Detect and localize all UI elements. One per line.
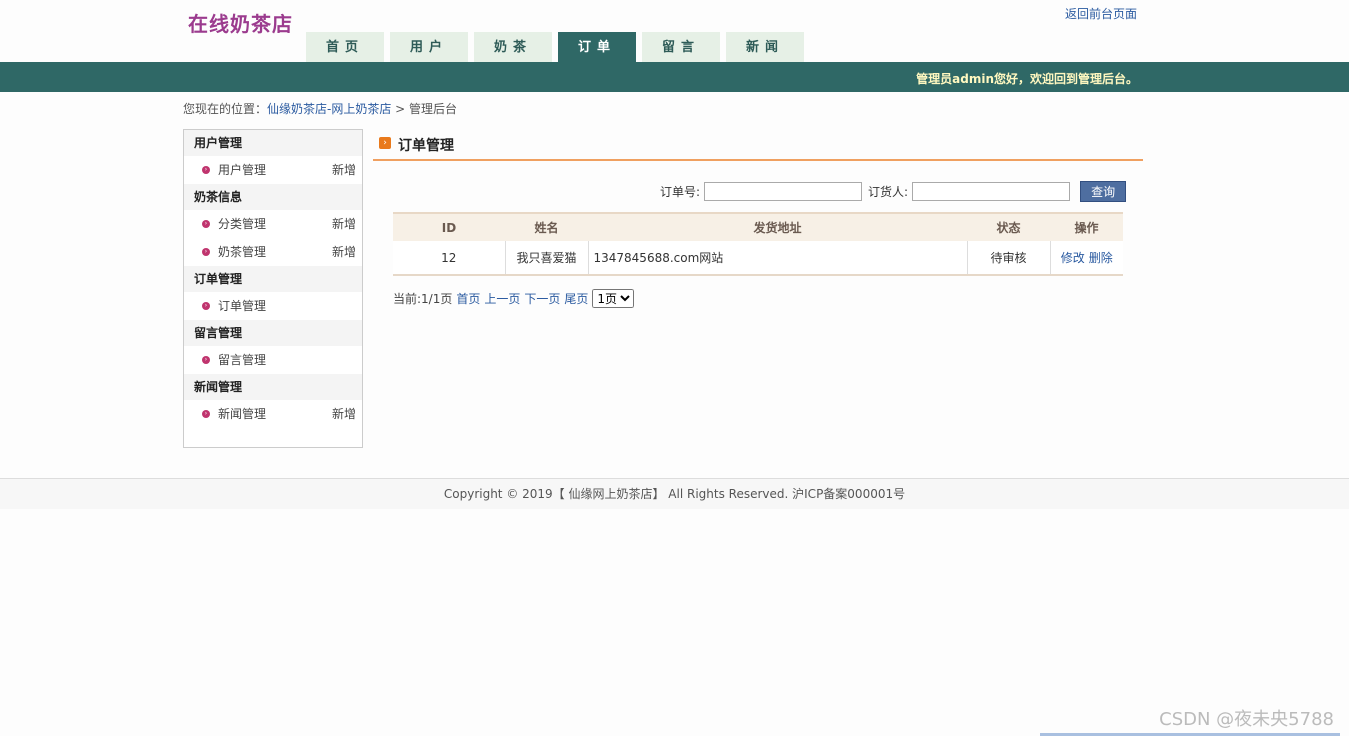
welcome-message: 管理员admin您好，欢迎回到管理后台。 [916,72,1138,86]
col-header-actions: 操作 [1050,212,1123,241]
order-no-input[interactable] [704,182,863,201]
sidebar-group-milktea: 奶茶信息 [184,184,362,210]
sidebar-item-label[interactable]: 奶茶管理 [218,245,266,259]
bullet-arrow-icon: › [202,410,210,418]
pager-last-link[interactable]: 尾页 [564,290,588,307]
sidebar-add-category-link[interactable]: 新增 [332,210,356,238]
col-header-id: ID [393,212,505,241]
sidebar-add-user-link[interactable]: 新增 [332,156,356,184]
arrow-right-icon: › [379,137,391,149]
page-title: 订单管理 [398,138,454,154]
breadcrumb-prefix: 您现在的位置： [183,102,268,116]
top-bar: 管理员admin您好，欢迎回到管理后台。 [0,62,1349,92]
bullet-arrow-icon: › [202,356,210,364]
sidebar-item-label[interactable]: 新闻管理 [218,407,266,421]
cell-id: 12 [393,241,505,276]
nav-tab-messages[interactable]: 留言 [642,32,720,62]
sidebar-item-order-manage[interactable]: › 订单管理 [184,292,362,320]
search-form: 订单号: 订货人: 查询 [660,181,1127,202]
site-logo[interactable]: 在线奶茶店 [188,8,293,37]
breadcrumb: 您现在的位置：仙缘奶茶店-网上奶茶店 > 管理后台 [183,100,457,117]
orderer-input[interactable] [912,182,1071,201]
sidebar-group-messages: 留言管理 [184,320,362,346]
sidebar-item-milktea-manage[interactable]: › 奶茶管理 新增 [184,238,362,266]
main-nav: 首页 用户 奶茶 订单 留言 新闻 [306,32,810,62]
pager-current: 当前:1/1页 [393,292,453,306]
col-header-name: 姓名 [505,212,588,241]
sidebar-group-news: 新闻管理 [184,374,362,400]
delete-link[interactable]: 删除 [1089,251,1113,265]
header: 在线奶茶店 返回前台页面 首页 用户 奶茶 订单 留言 新闻 [0,0,1349,62]
nav-tab-users[interactable]: 用户 [390,32,468,62]
sidebar: 用户管理 › 用户管理 新增 奶茶信息 › 分类管理 新增 › 奶茶管理 新增 … [183,129,363,448]
nav-tab-milktea[interactable]: 奶茶 [474,32,552,62]
pager-prev-link[interactable]: 上一页 [484,290,520,307]
sidebar-item-label[interactable]: 用户管理 [218,163,266,177]
sidebar-item-news-manage[interactable]: › 新闻管理 新增 [184,400,362,428]
sidebar-add-milktea-link[interactable]: 新增 [332,238,356,266]
nav-tab-news[interactable]: 新闻 [726,32,804,62]
sidebar-item-message-manage[interactable]: › 留言管理 [184,346,362,374]
pager-first-link[interactable]: 首页 [456,290,480,307]
table-header-row: ID 姓名 发货地址 状态 操作 [393,212,1123,241]
orders-table: ID 姓名 发货地址 状态 操作 12 我只喜爱猫 1347845688.com… [393,212,1123,276]
footer: Copyright © 2019【 仙缘网上奶茶店】 All Rights Re… [0,478,1349,509]
breadcrumb-current: 管理后台 [409,102,458,116]
order-no-label: 订单号: [660,185,701,199]
copyright-text: Copyright © 2019【 仙缘网上奶茶店】 All Rights Re… [443,487,906,501]
bullet-arrow-icon: › [202,166,210,174]
bullet-arrow-icon: › [202,220,210,228]
nav-tab-orders[interactable]: 订单 [558,32,636,62]
sidebar-group-users: 用户管理 [184,130,362,156]
sidebar-group-orders: 订单管理 [184,266,362,292]
nav-tab-home[interactable]: 首页 [306,32,384,62]
breadcrumb-home-link[interactable]: 仙缘奶茶店-网上奶茶店 [267,102,391,116]
cell-address: 1347845688.com网站 [587,241,967,276]
sidebar-item-label[interactable]: 订单管理 [218,299,266,313]
search-button[interactable]: 查询 [1080,181,1127,202]
pagination: 当前:1/1页 首页 上一页 下一页 尾页 1页 [393,289,635,308]
cell-status: 待审核 [966,241,1050,276]
sidebar-add-news-link[interactable]: 新增 [332,400,356,428]
pager-next-link[interactable]: 下一页 [524,290,560,307]
sidebar-item-user-manage[interactable]: › 用户管理 新增 [184,156,362,184]
sidebar-item-category-manage[interactable]: › 分类管理 新增 [184,210,362,238]
breadcrumb-separator: > [391,102,410,116]
bullet-arrow-icon: › [202,302,210,310]
sidebar-item-label[interactable]: 留言管理 [218,353,266,367]
watermark: CSDN @夜未央5788 [1159,709,1334,730]
bullet-arrow-icon: › [202,248,210,256]
sidebar-item-label[interactable]: 分类管理 [218,217,266,231]
page-select[interactable]: 1页 [592,289,635,308]
main-title-bar: › 订单管理 [373,132,1143,161]
edit-link[interactable]: 修改 [1061,251,1085,265]
orderer-label: 订货人: [868,185,909,199]
cell-actions: 修改 删除 [1049,241,1123,276]
col-header-status: 状态 [967,212,1050,241]
return-frontend-link[interactable]: 返回前台页面 [1065,5,1137,22]
cell-name: 我只喜爱猫 [504,241,588,276]
col-header-address: 发货地址 [588,212,967,241]
table-row: 12 我只喜爱猫 1347845688.com网站 待审核 修改 删除 [393,241,1123,276]
